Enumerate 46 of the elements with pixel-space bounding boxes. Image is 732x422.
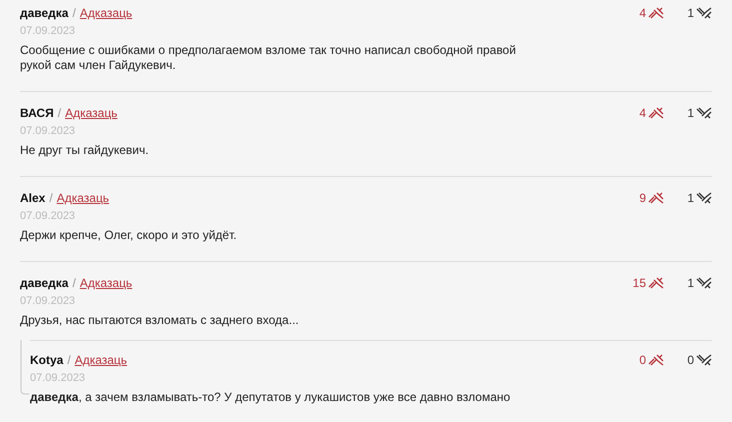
like-count: 4 <box>638 104 646 122</box>
dislike-icon[interactable] <box>696 354 712 366</box>
dislike-count: 1 <box>686 274 694 292</box>
comment-date: 07.09.2023 <box>30 371 86 386</box>
like-icon[interactable] <box>648 6 664 18</box>
comment-date: 07.09.2023 <box>20 124 76 139</box>
reply-link[interactable]: Адказаць <box>65 104 118 122</box>
comment-author: ВАСЯ <box>20 104 54 122</box>
reply-link[interactable]: Адказаць <box>80 4 132 22</box>
comment-text: Не друг ты гайдукевич. <box>20 143 150 158</box>
dislike-count: 1 <box>686 190 694 206</box>
like-count: 9 <box>638 190 646 206</box>
comment-author: даведка <box>20 274 68 292</box>
dislike-icon[interactable] <box>696 276 712 288</box>
separator: / <box>58 104 62 122</box>
comment-author: Kotya <box>30 352 64 368</box>
separator: / <box>72 274 76 292</box>
comment-date: 07.09.2023 <box>20 209 76 224</box>
like-count: 0 <box>638 352 646 368</box>
reply-link[interactable]: Адказаць <box>74 350 128 368</box>
comment-date: 07.09.2023 <box>20 294 76 309</box>
comment-author: даведка <box>20 4 68 22</box>
comment-text: даведка, а зачем взламывать-то? У депутатов у лукашистов уже все давно взломано <box>30 390 512 405</box>
comment-text: Держи крепче, Олег, скоро и это уйдёт. <box>20 228 238 243</box>
separator: / <box>67 352 71 368</box>
comment-date: 07.09.2023 <box>20 24 76 39</box>
like-icon[interactable] <box>648 276 664 288</box>
like-count: 4 <box>638 4 646 22</box>
like-icon[interactable] <box>648 192 664 204</box>
separator: / <box>49 190 53 206</box>
dislike-icon[interactable] <box>696 106 712 118</box>
reply-connector-icon <box>20 340 30 396</box>
comment-author: Alex <box>20 190 46 206</box>
dislike-icon[interactable] <box>696 6 712 18</box>
separator: / <box>72 4 76 22</box>
comment-text: Друзья, нас пытаются взломать с заднего входа... <box>20 313 300 328</box>
dislike-count: 0 <box>686 352 694 368</box>
comment-text: Сообщение с ошибками о предполагаемом взломе так точно написал свободной правой рукой сам член Гайдукевич. <box>20 43 517 73</box>
dislike-count: 1 <box>686 104 694 122</box>
reply-link[interactable]: Адказаць <box>80 274 132 292</box>
like-icon[interactable] <box>648 106 664 118</box>
reply-link[interactable]: Адказаць <box>56 188 110 206</box>
dislike-icon[interactable] <box>696 192 712 204</box>
dislike-count: 1 <box>686 4 694 22</box>
like-icon[interactable] <box>648 354 664 366</box>
like-count: 15 <box>632 274 646 292</box>
